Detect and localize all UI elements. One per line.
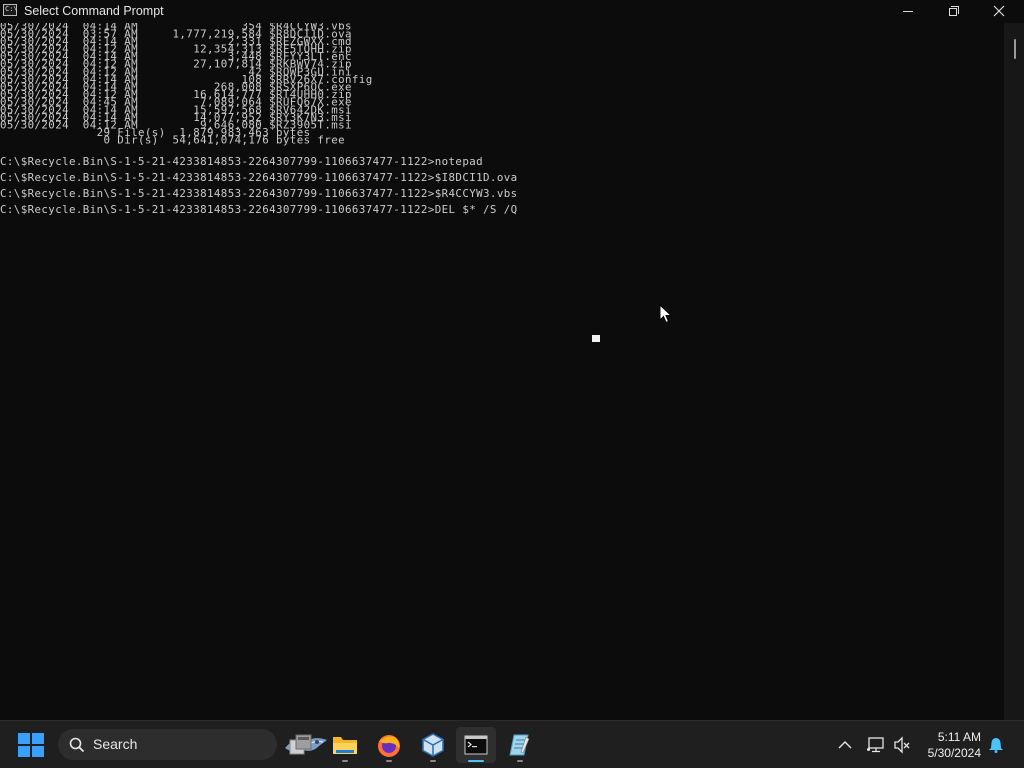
network-icon[interactable]	[866, 736, 886, 754]
firefox-icon	[378, 735, 400, 757]
taskbar-file-explorer[interactable]	[325, 727, 365, 763]
notification-bell-icon[interactable]	[988, 737, 1004, 753]
maximize-button[interactable]	[930, 0, 976, 23]
command-line: C:\$Recycle.Bin\S-1-5-21-4233814853-2264…	[0, 187, 518, 200]
taskbar-search[interactable]: Search	[58, 729, 327, 760]
task-view-icon	[289, 734, 312, 755]
windows-logo-icon	[18, 733, 30, 744]
search-icon	[69, 737, 85, 753]
taskbar: Search 5:11 AM 5/30/2024	[0, 720, 1024, 768]
system-clock[interactable]: 5:11 AM 5/30/2024	[915, 729, 981, 761]
text-cursor	[592, 335, 600, 342]
search-label: Search	[93, 736, 138, 752]
title-bar[interactable]: C:\ Select Command Prompt	[0, 0, 1024, 23]
close-button[interactable]	[976, 0, 1022, 23]
close-icon	[993, 5, 1005, 17]
terminal-icon	[464, 735, 488, 755]
volume-muted-icon[interactable]	[893, 736, 911, 754]
vertical-scrollbar[interactable]	[1004, 23, 1024, 720]
taskbar-virtualbox[interactable]	[413, 727, 453, 763]
scroll-thumb[interactable]	[1014, 39, 1016, 59]
virtualbox-icon	[422, 733, 444, 757]
taskbar-command-prompt[interactable]	[456, 727, 496, 763]
clock-time: 5:11 AM	[937, 730, 981, 744]
clock-date: 5/30/2024	[927, 746, 981, 760]
taskbar-notepad[interactable]	[500, 727, 540, 763]
notepad-icon	[509, 734, 530, 756]
window-title: Select Command Prompt	[24, 4, 164, 18]
taskbar-firefox[interactable]	[369, 727, 409, 763]
directory-listing: 05/30/2024 04:14 AM 354 $R4CCYW3.vbs 05/…	[0, 23, 373, 145]
minimize-button[interactable]	[885, 0, 931, 23]
minimize-icon	[903, 11, 913, 12]
command-line: C:\$Recycle.Bin\S-1-5-21-4233814853-2264…	[0, 203, 518, 216]
command-line: C:\$Recycle.Bin\S-1-5-21-4233814853-2264…	[0, 171, 518, 184]
listing-line: 0 Dir(s) 54,641,074,176 bytes free	[103, 134, 346, 147]
chevron-up-icon[interactable]	[838, 740, 852, 749]
task-view-button[interactable]	[281, 727, 321, 763]
command-prompt-icon: C:\	[3, 4, 18, 16]
command-line: C:\$Recycle.Bin\S-1-5-21-4233814853-2264…	[0, 155, 484, 168]
mouse-pointer-icon	[659, 304, 673, 324]
folder-icon	[333, 737, 357, 754]
console-output[interactable]: 05/30/2024 04:14 AM 354 $R4CCYW3.vbs 05/…	[0, 23, 1004, 720]
start-button[interactable]	[18, 733, 44, 757]
